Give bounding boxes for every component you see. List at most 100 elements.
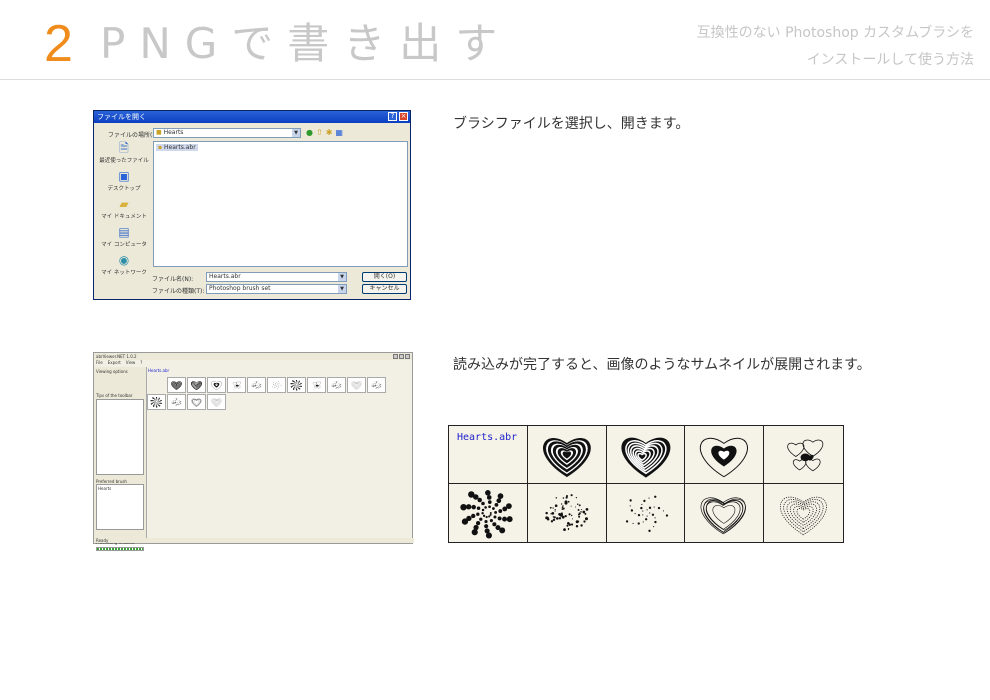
mini-brush-thumbnail[interactable] xyxy=(327,377,346,393)
brush-thumbnail[interactable] xyxy=(607,484,686,542)
brush-thumbnail[interactable] xyxy=(764,484,843,542)
my-network-icon: ◉ xyxy=(118,253,130,267)
filename-field[interactable]: Hearts.abr ▼ xyxy=(206,272,347,282)
mini-brush-thumbnail[interactable] xyxy=(347,377,366,393)
brush-thumbnail[interactable] xyxy=(449,484,528,542)
preferred-value: Hearts xyxy=(98,486,112,491)
tree-label: Hearts.abr xyxy=(148,368,170,373)
look-in-combo[interactable]: ■ Hearts ▼ xyxy=(153,128,301,138)
viewing-options-label: Viewing options xyxy=(96,369,128,374)
file-name: Hearts.abr xyxy=(164,144,196,151)
dot-spiral-icon xyxy=(290,379,302,391)
brush-set-label: Hearts.abr xyxy=(457,432,518,443)
thumbnail-grid: Hearts.abr xyxy=(448,425,844,543)
brush-thumbnail[interactable] xyxy=(527,426,607,484)
mini-brush-thumbnail[interactable] xyxy=(167,377,186,393)
brush-list-panel[interactable] xyxy=(96,399,144,475)
up-folder-icon[interactable]: ⇧ xyxy=(316,128,323,138)
brush-thumbnail[interactable] xyxy=(685,484,765,542)
brush-thumbnail[interactable] xyxy=(685,426,765,484)
tips-label: Tips of the toolbar xyxy=(96,393,133,398)
concentric-heart-icon xyxy=(700,437,749,478)
brush-thumbnail[interactable] xyxy=(764,426,843,484)
desktop-icon: ▣ xyxy=(118,169,130,183)
striped-heart-icon xyxy=(171,381,182,391)
scatter-dots-icon xyxy=(545,494,589,532)
menu-help[interactable]: ? xyxy=(140,360,142,365)
step-number: 2 xyxy=(44,15,73,73)
scatter-dots-icon xyxy=(171,397,182,406)
options-panel: Viewing options Tips of the toolbar Pref… xyxy=(94,367,147,551)
list-item[interactable]: ▪ Hearts.abr xyxy=(156,144,198,151)
place-label: マイ コンピュータ xyxy=(101,242,147,248)
mini-brush-thumbnail[interactable] xyxy=(187,377,206,393)
dot-spiral-icon xyxy=(460,489,513,539)
brush-thumbnail[interactable] xyxy=(528,484,607,542)
dialog-title: ファイルを開く xyxy=(97,113,146,121)
mini-brush-thumbnail[interactable] xyxy=(267,377,286,393)
mini-brush-thumbnail[interactable] xyxy=(247,377,266,393)
look-in-value: Hearts xyxy=(163,129,184,136)
menu-export[interactable]: Export xyxy=(108,360,121,365)
butterfly-hearts-icon xyxy=(312,381,321,389)
mini-brush-thumbnail[interactable] xyxy=(207,377,226,393)
filetype-select[interactable]: Photoshop brush set ▼ xyxy=(206,284,347,294)
close-button[interactable]: × xyxy=(399,112,408,121)
concentric-heart-icon xyxy=(211,381,222,391)
grid-label-cell: Hearts.abr xyxy=(449,426,528,484)
place-my-network[interactable]: ◉ マイ ネットワーク xyxy=(98,253,150,281)
folder-icon: ■ xyxy=(156,129,162,136)
step-title: PNGで書き出す xyxy=(100,19,512,68)
recent-files-icon: 🗎 xyxy=(119,141,129,155)
mini-brush-thumbnail[interactable] xyxy=(287,377,306,393)
thumbnail-area: Hearts.abr xyxy=(147,367,412,541)
cancel-button[interactable]: キャンセル xyxy=(362,284,407,294)
minimize-icon[interactable] xyxy=(393,354,398,359)
filename-value: Hearts.abr xyxy=(209,273,241,280)
place-desktop[interactable]: ▣ デスクトップ xyxy=(98,169,150,197)
dot-swirl-icon xyxy=(625,495,668,532)
place-my-documents[interactable]: ▰ マイ ドキュメント xyxy=(98,197,150,225)
dotted-heart-icon xyxy=(780,496,828,536)
brush-thumbnail[interactable] xyxy=(606,426,686,484)
open-button[interactable]: 開く(O) xyxy=(362,272,407,282)
close-icon[interactable] xyxy=(405,354,410,359)
chevron-down-icon[interactable]: ▼ xyxy=(338,273,346,281)
place-label: 最近使ったファイル xyxy=(99,158,149,164)
maximize-icon[interactable] xyxy=(399,354,404,359)
back-icon[interactable]: ● xyxy=(306,128,313,138)
place-my-computer[interactable]: ▤ マイ コンピュータ xyxy=(98,225,150,253)
dotted-heart-icon xyxy=(211,398,222,407)
sketch-heart-icon xyxy=(191,398,202,407)
progress-bar xyxy=(96,547,144,551)
app-titlebar: abrViewer.NET 1.0.2 xyxy=(94,353,412,360)
mini-brush-thumbnail[interactable] xyxy=(207,394,226,410)
new-folder-icon[interactable]: ✱ xyxy=(326,128,333,138)
mini-brush-thumbnail[interactable] xyxy=(187,394,206,410)
mini-brush-thumbnail[interactable] xyxy=(367,377,386,393)
place-label: マイ ドキュメント xyxy=(101,214,147,220)
chevron-down-icon[interactable]: ▼ xyxy=(338,285,346,293)
preferred-panel[interactable]: Hearts xyxy=(96,484,144,530)
file-list[interactable]: ▪ Hearts.abr xyxy=(153,141,408,267)
chevron-down-icon[interactable]: ▼ xyxy=(292,129,300,137)
app-menubar: File Export View ? xyxy=(96,360,142,365)
my-computer-icon: ▤ xyxy=(118,225,130,239)
menu-view[interactable]: View xyxy=(126,360,136,365)
dot-spiral-icon xyxy=(150,396,162,408)
filetype-label: ファイルの種類(T): xyxy=(152,288,205,295)
header-divider xyxy=(0,79,990,80)
mini-brush-thumbnail[interactable] xyxy=(167,394,186,410)
sketch-heart-icon xyxy=(701,497,747,535)
striped-heart-icon xyxy=(542,438,591,478)
mini-brush-thumbnail[interactable] xyxy=(307,377,326,393)
view-menu-icon[interactable]: ▦ xyxy=(335,128,343,138)
place-recent[interactable]: 🗎 最近使ったファイル xyxy=(98,141,150,169)
swirl-heart-icon xyxy=(191,381,202,391)
scatter-dots-icon xyxy=(251,380,262,389)
help-button[interactable]: ? xyxy=(388,112,397,121)
menu-file[interactable]: File xyxy=(96,360,103,365)
look-in-label: ファイルの場所(I): xyxy=(108,132,159,139)
mini-brush-thumbnail[interactable] xyxy=(227,377,246,393)
mini-brush-thumbnail[interactable] xyxy=(147,394,166,410)
